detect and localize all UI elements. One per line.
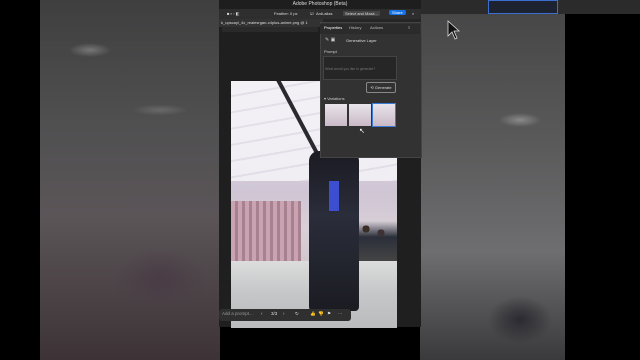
feather-value[interactable]: 0 px [290, 11, 298, 16]
layer-type-label: Generative Layer [346, 38, 377, 43]
prompt-input[interactable] [324, 65, 396, 73]
mouse-cursor-icon [447, 20, 461, 45]
blurred-background-left [40, 0, 220, 360]
contextual-task-bar: Add a prompt... ‹ 3/3 › ↻ 👍 👎 ⚑ ··· [219, 309, 351, 321]
thumbs-up-icon[interactable]: 👍 [310, 311, 316, 317]
prompt-field[interactable] [323, 56, 397, 80]
selection-mode-icon[interactable]: ■ ▪ ▫ ◧ [227, 11, 239, 16]
chevron-down-icon: ▾ [324, 96, 327, 101]
prompt-label: Prompt [324, 49, 337, 54]
blurred-background-right [420, 0, 565, 360]
panel-menu-icon[interactable]: ≡ [408, 25, 410, 30]
variation-thumbnail-2[interactable] [349, 104, 371, 126]
ruler [222, 27, 318, 32]
generate-label: Generate [374, 85, 392, 90]
search-icon[interactable]: ⌕ [412, 11, 414, 16]
tab-actions[interactable]: Actions [370, 25, 383, 30]
pointer-cursor-icon: ↖ [359, 128, 365, 135]
generate-icon: ⟲ [370, 85, 374, 90]
options-bar: ■ ▪ ▫ ◧ Feather: 0 px ☑ Anti-alias Selec… [219, 9, 421, 19]
anti-alias-checkbox[interactable]: ☑ [310, 11, 314, 16]
tab-history[interactable]: History [349, 25, 361, 30]
regenerate-icon[interactable]: ↻ [295, 311, 299, 317]
previous-variation-icon[interactable]: ‹ [261, 311, 263, 316]
thumbs-down-icon[interactable]: 👎 [318, 311, 324, 317]
window-title: Adobe Photoshop (Beta) [219, 0, 421, 9]
blurred-share-piece [488, 0, 558, 14]
generate-button[interactable]: ⟲ Generate [366, 82, 396, 93]
feather-label: Feather: [274, 10, 289, 16]
context-prompt-input[interactable]: Add a prompt... [222, 311, 253, 316]
anti-alias-label: Anti-alias [316, 10, 333, 16]
variations-header[interactable]: ▾ Variations [324, 96, 345, 101]
select-mask-button[interactable]: Select and Mask... [343, 10, 380, 16]
variation-thumbnail-1[interactable] [325, 104, 347, 126]
costume-accent [329, 181, 339, 211]
variation-page-indicator: 3/3 [271, 311, 278, 316]
flag-icon[interactable]: ⚑ [327, 311, 331, 317]
tab-properties[interactable]: Properties [324, 25, 342, 30]
variations-label: Variations [327, 96, 345, 101]
cosplayer-figure [309, 151, 359, 311]
panel-tabs: Properties History Actions ≡ [320, 24, 420, 34]
generative-layer-icon: ✎ ▣ [325, 37, 336, 43]
document-tab[interactable]: k_upscayl_4x_realesrgan-x4plus-anime.png… [219, 19, 323, 27]
share-button[interactable]: Share [389, 10, 406, 15]
more-options-icon[interactable]: ··· [338, 311, 343, 316]
variation-thumbnail-3[interactable] [372, 103, 396, 127]
curtain [231, 201, 301, 261]
next-variation-icon[interactable]: › [283, 311, 285, 316]
